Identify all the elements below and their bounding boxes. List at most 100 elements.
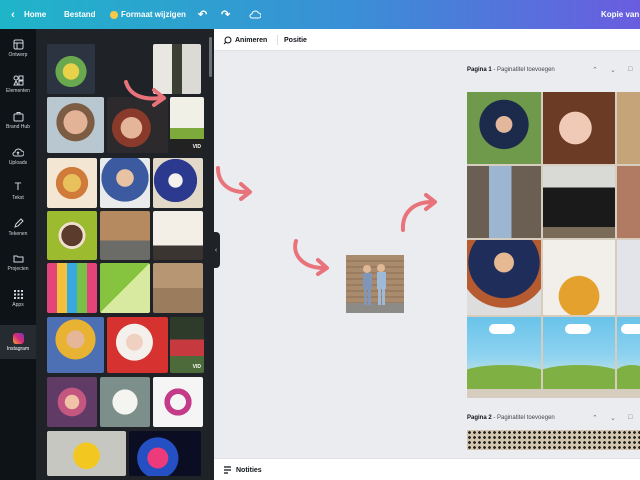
photo-thumbnail[interactable]	[47, 377, 97, 427]
rail-item-text[interactable]: T Tekst	[0, 174, 36, 208]
rail-item-label: Uploads	[8, 160, 28, 166]
rail-item-label: Instagram	[6, 346, 30, 352]
cloud-sync-icon[interactable]	[249, 0, 261, 29]
toolbar-divider	[277, 35, 278, 45]
collage-landscape[interactable]	[543, 317, 615, 389]
collage-photo[interactable]	[467, 166, 541, 238]
page-1-canvas[interactable]	[467, 92, 640, 398]
dragged-photo[interactable]	[346, 255, 404, 313]
animate-button[interactable]: Animeren	[223, 29, 267, 51]
rail-item-label: Tekenen	[8, 231, 28, 237]
animate-label: Animeren	[235, 36, 268, 44]
photo-thumbnail[interactable]	[47, 97, 104, 153]
notes-label: Notities	[236, 466, 262, 474]
collage-photo[interactable]	[467, 92, 541, 164]
collage-photo[interactable]	[617, 92, 640, 164]
photo-thumbnail[interactable]	[153, 377, 203, 427]
photo-thumbnail[interactable]	[107, 317, 168, 373]
notes-button[interactable]: Notities	[223, 459, 262, 480]
shapes-icon	[12, 74, 24, 86]
page-title-input[interactable]: Paginatitel toevoegen	[497, 67, 555, 73]
panel-scrollbar[interactable]	[209, 37, 212, 77]
rail-item-label: Elementen	[6, 88, 30, 94]
cloud-upload-icon	[12, 146, 24, 158]
position-button[interactable]: Positie	[284, 29, 307, 51]
photo-thumbnail[interactable]	[100, 263, 150, 313]
chevron-down-icon[interactable]: ⌄	[610, 66, 616, 74]
chevron-left-icon[interactable]: ‹	[6, 0, 20, 29]
canvas-toolbar: Animeren Positie	[214, 29, 640, 51]
photo-thumbnail[interactable]	[47, 158, 97, 208]
crown-icon	[110, 10, 118, 19]
photo-thumbnail-video[interactable]: VID	[170, 97, 204, 153]
photo-thumbnail[interactable]	[153, 158, 203, 208]
rail-item-draw[interactable]: Tekenen	[0, 210, 36, 244]
photo-thumbnail[interactable]	[47, 211, 97, 260]
home-button[interactable]: Home	[24, 0, 46, 29]
folder-icon	[12, 252, 24, 264]
page-label: Pagina 2	[467, 415, 492, 421]
collage-photo[interactable]	[543, 240, 615, 315]
rail-item-label: Projecten	[7, 266, 29, 272]
lock-icon[interactable]: □	[628, 66, 632, 73]
side-rail: Ontwerp Elementen Brand Hub Uploads T Te…	[0, 29, 36, 480]
curved-arrow-icon	[400, 193, 437, 232]
collage-photo[interactable]	[543, 166, 615, 238]
briefcase-icon	[12, 110, 24, 122]
photo-thumbnail[interactable]	[153, 211, 203, 260]
resize-button[interactable]: Formaat wijzigen	[110, 0, 186, 29]
photo-thumbnail[interactable]	[47, 317, 104, 373]
photo-thumbnail[interactable]	[47, 44, 95, 94]
rail-item-design[interactable]: Ontwerp	[0, 31, 36, 65]
bottom-bar: Notities	[214, 458, 640, 480]
page-2-header: Pagina 2 - Paginatitel toevoegen	[467, 415, 555, 421]
rail-item-elements[interactable]: Elementen	[0, 67, 36, 101]
photo-thumbnail[interactable]	[100, 158, 150, 208]
page-label: Pagina 1	[467, 67, 492, 73]
photo-thumbnail[interactable]	[129, 431, 201, 476]
lock-icon[interactable]: □	[628, 414, 632, 421]
undo-icon[interactable]: ↶	[198, 0, 207, 29]
redo-icon[interactable]: ↷	[221, 0, 230, 29]
file-menu-button[interactable]: Bestand	[64, 0, 96, 29]
chevron-up-icon[interactable]: ⌃	[592, 414, 598, 422]
curved-arrow-icon	[216, 166, 252, 201]
page-title-input[interactable]: Paginatitel toevoegen	[497, 415, 555, 421]
panel-collapse-handle[interactable]: ‹	[212, 232, 220, 268]
collage-photo[interactable]	[617, 240, 640, 315]
rail-item-uploads[interactable]: Uploads	[0, 139, 36, 173]
top-bar: ‹ Home Bestand Formaat wijzigen ↶ ↷ Kopi…	[0, 0, 640, 29]
rail-item-projects[interactable]: Projecten	[0, 245, 36, 279]
rail-item-label: Tekst	[12, 195, 24, 201]
rail-item-brand-hub[interactable]: Brand Hub	[0, 103, 36, 137]
curved-arrow-icon	[124, 80, 166, 107]
photo-thumbnail[interactable]	[100, 211, 150, 260]
rail-item-label: Apps	[12, 302, 24, 308]
photo-thumbnail-video[interactable]: VID	[170, 317, 204, 373]
photo-thumbnail[interactable]	[153, 263, 203, 313]
rail-item-apps[interactable]: Apps	[0, 281, 36, 315]
photo-thumbnail[interactable]	[47, 263, 97, 313]
photo-thumbnail[interactable]	[100, 377, 150, 427]
collage-landscape[interactable]	[467, 317, 541, 389]
instagram-icon	[12, 332, 24, 344]
page-2-canvas[interactable]	[467, 430, 640, 450]
chevron-down-icon[interactable]: ⌄	[610, 414, 616, 422]
rail-item-label: Ontwerp	[8, 52, 28, 58]
layout-icon	[12, 38, 24, 50]
animate-icon	[223, 36, 232, 44]
notes-icon	[224, 466, 231, 474]
collage-photo[interactable]	[617, 166, 640, 238]
collage-photo[interactable]	[467, 240, 541, 315]
rail-item-instagram[interactable]: Instagram	[0, 325, 36, 359]
curved-arrow-icon	[293, 239, 329, 276]
text-icon: T	[14, 181, 22, 193]
rail-item-label: Brand Hub	[6, 124, 30, 130]
photo-thumbnail[interactable]	[47, 431, 126, 476]
collage-landscape[interactable]	[617, 317, 640, 389]
pen-icon	[12, 217, 24, 229]
chevron-up-icon[interactable]: ⌃	[592, 66, 598, 74]
collage-photo[interactable]	[543, 92, 615, 164]
grid-icon	[12, 288, 24, 300]
document-title[interactable]: Kopie van C	[601, 0, 640, 29]
